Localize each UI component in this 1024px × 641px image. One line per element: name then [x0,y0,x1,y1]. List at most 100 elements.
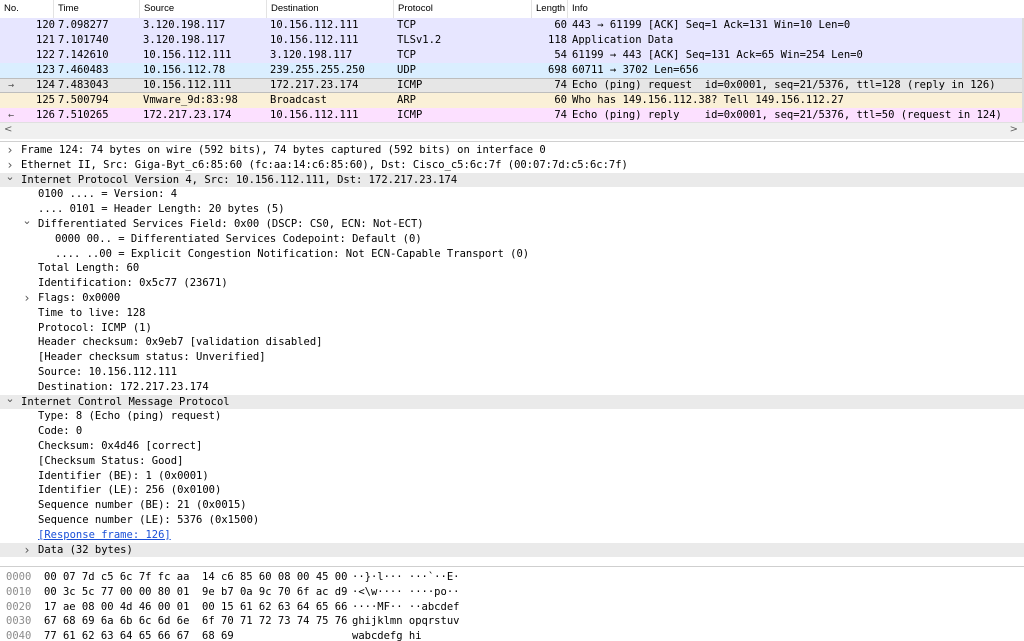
cell-destination: 10.156.112.111 [270,34,359,46]
detail-tree-item[interactable]: Checksum: 0x4d46 [correct] [0,439,1024,454]
detail-tree-item[interactable]: ⌄ Internet Protocol Version 4, Src: 10.15… [0,170,1024,188]
cell-info: 60711 → 3702 Len=656 [572,64,699,76]
column-header-no[interactable]: No. [0,0,54,18]
scroll-right-icon[interactable]: > [1010,124,1018,135]
packet-details-pane[interactable]: › Frame 124: 74 bytes on wire (592 bits),… [0,141,1024,562]
detail-text: [Header checksum status: Unverified] [38,351,266,364]
detail-tree-item[interactable]: Time to live: 128 [0,306,1024,321]
collapse-chevron-icon[interactable]: › [21,543,33,558]
packet-list-header: No. Time Source Destination Protocol Len… [0,0,1024,19]
cell-protocol: TCP [397,49,416,61]
detail-tree-item[interactable]: [Response frame: 126] [0,528,1024,543]
column-header-info[interactable]: Info [568,0,1024,18]
detail-tree-item[interactable]: › Flags: 0x0000 [0,291,1024,306]
detail-tree-item[interactable]: Sequence number (LE): 5376 (0x1500) [0,513,1024,528]
detail-text: Data (32 bytes) [38,543,133,556]
cell-no: 120 [36,19,55,31]
packet-row[interactable]: 125 7.500794 Vmware_9d:83:98 Broadcast ARP 60… [0,93,1022,108]
packet-row[interactable]: 120 7.098277 3.120.198.117 10.156.112.111 TC… [0,18,1022,33]
detail-tree-item[interactable]: Identifier (BE): 1 (0x0001) [0,469,1024,484]
detail-text: Differentiated Services Field: 0x00 (DSC… [38,218,424,230]
detail-tree-item[interactable]: Sequence number (BE): 21 (0x0015) [0,498,1024,513]
detail-tree-item[interactable]: Source: 10.156.112.111 [0,365,1024,380]
detail-tree-item[interactable]: Code: 0 [0,424,1024,439]
detail-tree-item[interactable]: 0000 00.. = Differentiated Services Code… [0,232,1024,247]
detail-text: Type: 8 (Echo (ping) request) [38,410,222,423]
cell-source: 10.156.112.111 [143,79,232,91]
packet-row[interactable]: 123 7.460483 10.156.112.78 239.255.255.250 U… [0,63,1022,78]
column-header-protocol[interactable]: Protocol [394,0,532,18]
collapse-chevron-icon[interactable]: › [21,291,33,306]
scroll-left-icon[interactable]: < [4,124,12,135]
detail-tree-item[interactable]: Header checksum: 0x9eb7 [validation disa… [0,335,1024,350]
cell-source: 172.217.23.174 [143,109,232,121]
detail-text: Source: 10.156.112.111 [38,366,178,378]
cell-info: 443 → 61199 [ACK] Seq=1 Ack=131 Win=10 L… [572,19,851,31]
detail-tree-item[interactable]: › Data (32 bytes) [0,542,1024,558]
column-header-destination[interactable]: Destination [267,0,394,18]
collapse-chevron-icon[interactable]: › [4,143,16,158]
detail-text: Total Length: 60 [38,262,140,275]
cell-time: 7.098277 [58,19,109,31]
cell-length: 74 [554,109,567,121]
detail-tree-item[interactable]: ⌄ Differentiated Services Field: 0x00 (DS… [0,214,1024,232]
detail-tree-item[interactable]: Total Length: 60 [0,261,1024,276]
expand-chevron-icon[interactable]: ⌄ [21,214,33,229]
detail-text: Protocol: ICMP (1) [38,321,152,334]
response-frame-link[interactable]: [Response frame: 126] [38,528,171,543]
bytes-offset: 0000 [6,571,32,583]
bytes-row[interactable]: 0000 00 07 7d c5 6c 7f fc aa 14 c6 85 60 … [0,570,1024,585]
bytes-row[interactable]: 0030 67 68 69 6a 6b 6c 6d 6e 6f 70 71 72 … [0,614,1024,629]
detail-tree-item[interactable]: 0100 .... = Version: 4 [0,187,1024,202]
cell-time: 7.510265 [58,109,109,121]
bytes-ascii: ·<\w···· ····po·· [352,585,460,598]
column-header-source[interactable]: Source [140,0,267,18]
packet-list-pane[interactable]: No. Time Source Destination Protocol Len… [0,0,1024,139]
detail-tree-item[interactable]: ⌄ Internet Control Message Protocol [0,392,1024,410]
cell-protocol: TCP [397,19,416,31]
bytes-hex: 00 3c 5c 77 00 00 80 01 9e b7 0a 9c 70 6… [44,585,348,598]
bytes-ascii: ghijklmn opqrstuv [352,615,460,628]
bytes-row[interactable]: 0040 77 61 62 63 64 65 66 67 68 69 wabcdef… [0,629,1024,641]
packet-row[interactable]: 121 7.101740 3.120.198.117 10.156.112.111 TL… [0,33,1022,48]
cell-protocol: ICMP [397,79,423,91]
cell-source: 3.120.198.117 [143,34,226,46]
detail-tree-item[interactable]: [Checksum Status: Good] [0,454,1024,469]
detail-tree-item[interactable]: Destination: 172.217.23.174 [0,380,1024,395]
packet-list-horizontal-scrollbar[interactable]: < > [0,122,1024,139]
cell-protocol: ICMP [397,109,423,121]
cell-length: 118 [548,34,567,46]
detail-tree-item[interactable]: Identification: 0x5c77 (23671) [0,276,1024,291]
cell-no: 122 [36,49,55,61]
detail-tree-item[interactable]: Protocol: ICMP (1) [0,321,1024,336]
detail-text: Code: 0 [38,425,83,438]
cell-length: 54 [554,49,567,61]
column-header-time[interactable]: Time [54,0,140,18]
detail-tree-item[interactable]: › Ethernet II, Src: Giga-Byt_c6:85:60 (fc… [0,158,1024,173]
packet-bytes-pane[interactable]: 0000 00 07 7d c5 6c 7f fc aa 14 c6 85 60 … [0,566,1024,641]
packet-row[interactable]: → 124 7.483043 10.156.112.111 172.217.23.174… [0,78,1022,93]
detail-tree-item[interactable]: [Header checksum status: Unverified] [0,350,1024,365]
detail-text: Time to live: 128 [38,306,146,319]
column-header-length[interactable]: Length [532,0,568,18]
cell-no: 123 [36,64,55,76]
detail-tree-item[interactable]: Type: 8 (Echo (ping) request) [0,409,1024,424]
detail-tree-item[interactable]: .... 0101 = Header Length: 20 bytes (5) [0,202,1024,217]
detail-tree-item[interactable]: Identifier (LE): 256 (0x0100) [0,483,1024,498]
packet-row[interactable]: 122 7.142610 10.156.112.111 3.120.198.117 TC… [0,48,1022,63]
detail-tree-item[interactable]: .... ..00 = Explicit Congestion Notifica… [0,247,1024,262]
detail-text: Sequence number (LE): 5376 (0x1500) [38,514,260,526]
cell-destination: 10.156.112.111 [270,109,359,121]
cell-protocol: UDP [397,64,416,76]
bytes-row[interactable]: 0020 17 ae 08 00 4d 46 00 01 00 15 61 62 … [0,600,1024,615]
bytes-row[interactable]: 0010 00 3c 5c 77 00 00 80 01 9e b7 0a 9c … [0,585,1024,600]
detail-text: [Checksum Status: Good] [38,454,184,467]
expand-chevron-icon[interactable]: ⌄ [4,392,16,407]
expand-chevron-icon[interactable]: ⌄ [4,170,16,185]
cell-destination: 239.255.255.250 [270,64,365,76]
detail-text: Internet Protocol Version 4, Src: 10.156… [21,173,458,186]
cell-length: 698 [548,64,567,76]
detail-text: 0000 00.. = Differentiated Services Code… [55,232,422,245]
packet-row[interactable]: ← 126 7.510265 172.217.23.174 10.156.112.111… [0,108,1022,123]
detail-tree-item[interactable]: › Frame 124: 74 bytes on wire (592 bits),… [0,143,1024,158]
